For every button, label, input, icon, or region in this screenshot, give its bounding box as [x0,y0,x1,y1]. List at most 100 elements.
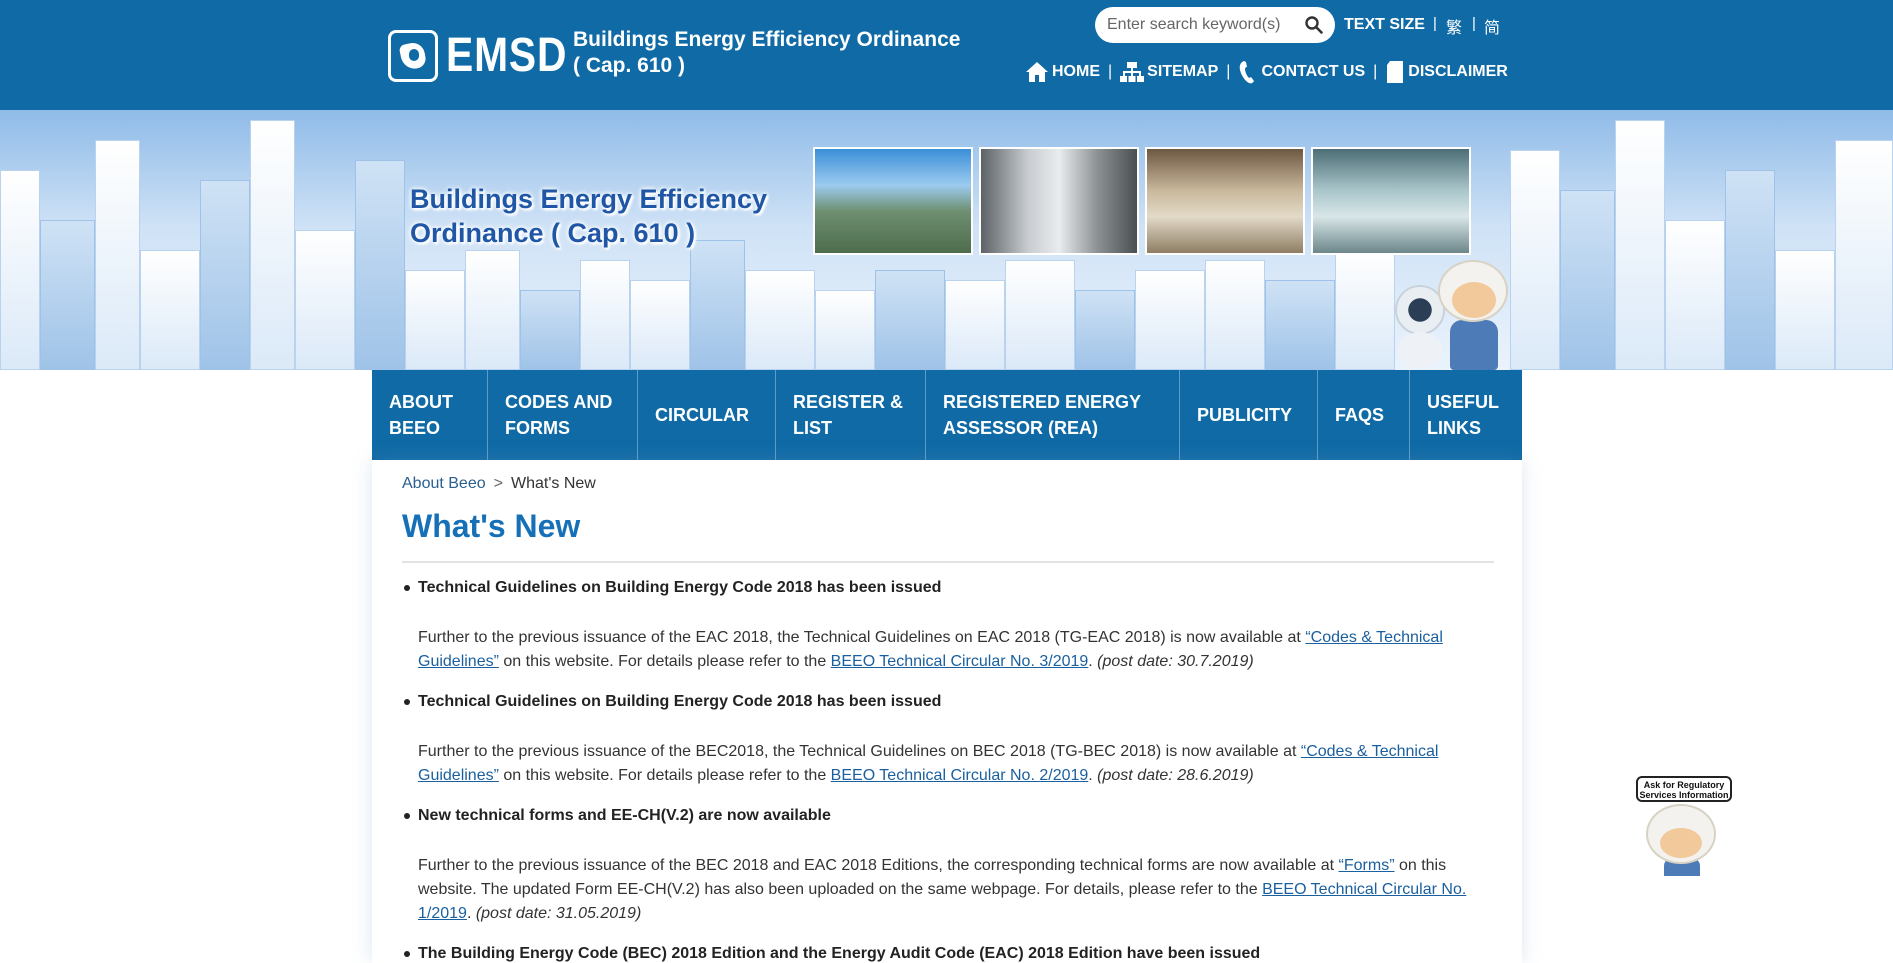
nav-label: CIRCULAR [655,405,749,425]
building-illustration [200,180,250,370]
news-text: on this website. For details please refe… [498,767,831,784]
divider: | [1472,15,1476,32]
nav-register-and-list[interactable]: REGISTER & LIST [776,370,926,460]
divider: | [1108,63,1113,80]
nav-useful-links[interactable]: USEFUL LINKS [1410,370,1522,460]
nav-label: REGISTERED ENERGY [943,392,1142,412]
breadcrumb-about-beeo[interactable]: About Beeo [402,475,486,493]
nav-label: REGISTER & [793,392,904,412]
site-title[interactable]: Buildings Energy Efficiency Ordinance ( … [573,27,960,79]
divider: | [1433,15,1437,32]
building-illustration [745,270,815,370]
lang-simplified-link[interactable]: 简 [1484,14,1500,38]
nav-faqs[interactable]: FAQS [1318,370,1410,460]
building-illustration [40,220,95,370]
helper-mascot-face [1660,828,1702,858]
divider [402,561,1494,563]
disclaimer-link[interactable]: DISCLAIMER [1385,60,1508,84]
news-heading: Technical Guidelines on Building Energy … [418,579,942,596]
nav-circular[interactable]: CIRCULAR [638,370,776,460]
nav-label: ASSESSOR (REA) [943,418,1099,438]
sitemap-link[interactable]: SITEMAP [1120,61,1218,83]
bullet-icon [404,585,410,591]
nav-label: LIST [793,418,832,438]
building-illustration [295,230,355,370]
banner-photo-ceiling-lights [1145,147,1305,255]
home-link[interactable]: HOME [1025,61,1100,83]
news-list: Technical Guidelines on Building Energy … [402,578,1494,963]
divider: | [1226,63,1231,80]
breadcrumb-separator: > [493,475,503,492]
search-icon[interactable] [1305,16,1323,34]
nav-label: LINKS [1427,418,1481,438]
building-illustration [690,240,745,370]
news-text: . [1088,653,1098,670]
building-illustration [520,290,580,370]
building-illustration [1005,260,1075,370]
building-illustration [1835,140,1893,370]
nav-publicity[interactable]: PUBLICITY [1180,370,1318,460]
building-illustration [1335,250,1395,370]
helper-speech-bubble: Ask for Regulatory Services Information [1636,776,1732,802]
banner-title-line2: Ordinance ( Cap. 610 ) [410,218,696,248]
building-illustration [1665,220,1725,370]
bear-mascot-face [1452,282,1496,318]
building-illustration [945,280,1005,370]
news-text: on this website. For details please refe… [498,653,831,670]
building-illustration [1775,250,1835,370]
news-body: Further to the previous issuance of the … [418,854,1494,926]
banner-photo-steel-structure [813,147,973,255]
bear-mascot-body [1450,320,1498,370]
nav-about-beeo[interactable]: ABOUT BEEO [372,370,488,460]
news-item: Technical Guidelines on Building Energy … [402,578,1494,674]
building-illustration [355,160,405,370]
building-illustration [1205,260,1265,370]
search-box [1095,7,1335,43]
news-heading: New technical forms and EE-CH(V.2) are n… [418,807,831,824]
main-nav: ABOUT BEEO CODES AND FORMS CIRCULAR REGIST… [372,370,1522,460]
building-illustration [250,120,295,370]
building-illustration [580,260,630,370]
nav-registered-energy-assessor[interactable]: REGISTERED ENERGY ASSESSOR (REA) [926,370,1180,460]
nav-codes-and-forms[interactable]: CODES AND FORMS [488,370,638,460]
banner-title: Buildings Energy Efficiency Ordinance ( … [410,182,767,250]
news-text: Further to the previous issuance of the … [418,743,1301,760]
regulatory-services-helper[interactable]: Ask for Regulatory Services Information [1636,776,1736,876]
text-size-button[interactable]: TEXT SIZE [1344,16,1425,34]
nav-label: FAQS [1335,405,1385,425]
search-input[interactable] [1107,16,1297,34]
contact-us-link[interactable]: CONTACT US [1238,60,1365,84]
banner-photo-switchroom [979,147,1139,255]
nav-label: USEFUL [1427,392,1499,412]
news-item: The Building Energy Code (BEC) 2018 Edit… [402,944,1494,963]
news-item: New technical forms and EE-CH(V.2) are n… [402,806,1494,926]
nav-label: BEEO [389,418,441,438]
breadcrumb-current: What's New [510,475,596,492]
emsd-logo[interactable]: EMSD [388,28,589,83]
news-text: . [466,905,476,922]
robot-mascot-body [1398,332,1442,368]
document-icon [1387,61,1404,83]
building-illustration [1265,280,1335,370]
forms-link[interactable]: “Forms” [1339,857,1395,874]
lang-traditional-link[interactable]: 繁 [1446,14,1462,38]
building-illustration [1560,190,1615,370]
circular-link[interactable]: BEEO Technical Circular No. 2/2019 [831,767,1089,784]
divider: | [1373,63,1378,80]
nav-label: ABOUT [389,392,453,412]
banner-title-line1: Buildings Energy Efficiency [410,184,768,214]
news-text: Further to the previous issuance of the … [418,857,1339,874]
post-date: (post date: 31.05.2019) [475,905,642,922]
helper-label: Services Information [1639,790,1729,800]
bullet-icon [404,813,410,819]
building-illustration [815,290,875,370]
news-text: . [1088,767,1098,784]
building-illustration [1075,290,1135,370]
banner-photo-escalator [1311,147,1471,255]
post-date: (post date: 30.7.2019) [1097,653,1254,670]
logo-text: EMSD [446,29,568,82]
site-title-line2: ( Cap. 610 ) [573,54,686,77]
contact-us-label: CONTACT US [1261,63,1366,80]
top-header: EMSD Buildings Energy Efficiency Ordinan… [0,0,1893,110]
circular-link[interactable]: BEEO Technical Circular No. 3/2019 [831,653,1089,670]
